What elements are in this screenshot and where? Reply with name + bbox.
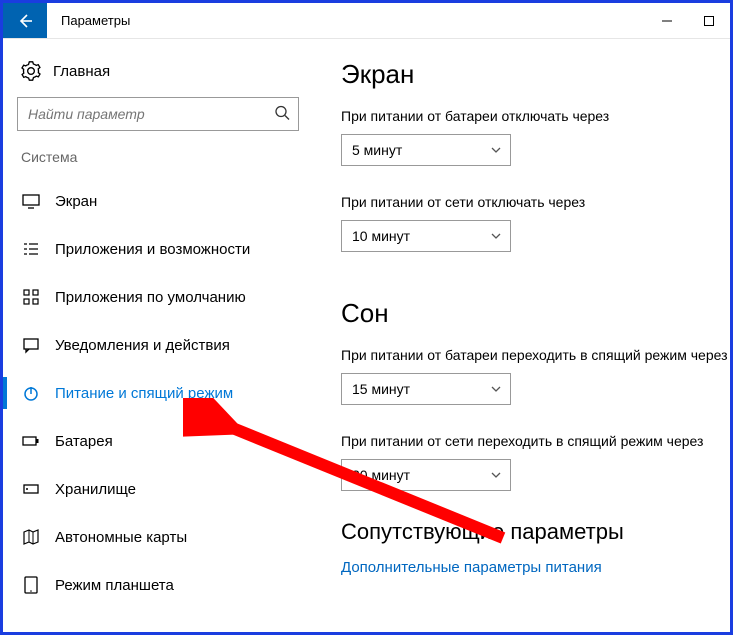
sidebar-item-display[interactable]: Экран bbox=[3, 177, 313, 225]
apps-icon bbox=[21, 239, 41, 259]
select-value: 30 минут bbox=[352, 467, 410, 483]
battery-icon bbox=[21, 431, 41, 451]
sidebar-item-label: Хранилище bbox=[55, 481, 136, 498]
sidebar-item-label: Приложения и возможности bbox=[55, 241, 250, 258]
main-panel: Экран При питании от батареи отключать ч… bbox=[313, 39, 730, 632]
search-input-wrap[interactable] bbox=[17, 97, 299, 131]
maximize-icon bbox=[703, 15, 715, 27]
storage-icon bbox=[21, 479, 41, 499]
sidebar-item-apps[interactable]: Приложения и возможности bbox=[3, 225, 313, 273]
arrow-left-icon bbox=[17, 13, 33, 29]
sidebar-item-label: Питание и спящий режим bbox=[55, 385, 233, 402]
select-screen-battery[interactable]: 5 минут bbox=[341, 134, 511, 166]
sidebar-item-storage[interactable]: Хранилище bbox=[3, 465, 313, 513]
label-sleep-ac: При питании от сети переходить в спящий … bbox=[341, 433, 730, 449]
sidebar-item-power-sleep[interactable]: Питание и спящий режим bbox=[3, 369, 313, 417]
minimize-button[interactable] bbox=[646, 3, 688, 38]
tablet-icon bbox=[21, 575, 41, 595]
label-screen-ac: При питании от сети отключать через bbox=[341, 194, 730, 210]
back-button[interactable] bbox=[3, 3, 47, 38]
sidebar-group-title: Система bbox=[3, 149, 313, 177]
chevron-down-icon bbox=[490, 144, 502, 156]
power-icon bbox=[21, 383, 41, 403]
sidebar-item-offline-maps[interactable]: Автономные карты bbox=[3, 513, 313, 561]
sidebar-item-default-apps[interactable]: Приложения по умолчанию bbox=[3, 273, 313, 321]
heading-sleep: Сон bbox=[341, 298, 730, 329]
window-title: Параметры bbox=[47, 3, 130, 38]
sidebar-item-label: Приложения по умолчанию bbox=[55, 289, 246, 306]
sidebar-item-label: Уведомления и действия bbox=[55, 337, 230, 354]
maximize-button[interactable] bbox=[688, 3, 730, 38]
home-label: Главная bbox=[53, 63, 110, 80]
minimize-icon bbox=[661, 15, 673, 27]
label-screen-battery: При питании от батареи отключать через bbox=[341, 108, 730, 124]
select-sleep-battery[interactable]: 15 минут bbox=[341, 373, 511, 405]
label-sleep-battery: При питании от батареи переходить в спящ… bbox=[341, 347, 730, 363]
select-value: 10 минут bbox=[352, 228, 410, 244]
select-screen-ac[interactable]: 10 минут bbox=[341, 220, 511, 252]
sidebar-item-label: Автономные карты bbox=[55, 529, 187, 546]
display-icon bbox=[21, 191, 41, 211]
select-value: 15 минут bbox=[352, 381, 410, 397]
chevron-down-icon bbox=[490, 230, 502, 242]
chevron-down-icon bbox=[490, 469, 502, 481]
heading-screen: Экран bbox=[341, 59, 730, 90]
select-sleep-ac[interactable]: 30 минут bbox=[341, 459, 511, 491]
chevron-down-icon bbox=[490, 383, 502, 395]
maps-icon bbox=[21, 527, 41, 547]
sidebar-item-tablet-mode[interactable]: Режим планшета bbox=[3, 561, 313, 609]
notifications-icon bbox=[21, 335, 41, 355]
gear-icon bbox=[21, 61, 41, 81]
heading-related: Сопутствующие параметры bbox=[341, 519, 730, 545]
sidebar-item-label: Экран bbox=[55, 193, 97, 210]
sidebar-item-label: Батарея bbox=[55, 433, 113, 450]
titlebar: Параметры bbox=[3, 3, 730, 39]
search-input[interactable] bbox=[18, 98, 298, 130]
sidebar-item-label: Режим планшета bbox=[55, 577, 174, 594]
home-button[interactable]: Главная bbox=[3, 55, 313, 91]
sidebar: Главная Система Экран Приложения и возмо… bbox=[3, 39, 313, 632]
select-value: 5 минут bbox=[352, 142, 402, 158]
sidebar-item-battery[interactable]: Батарея bbox=[3, 417, 313, 465]
default-apps-icon bbox=[21, 287, 41, 307]
sidebar-item-notifications[interactable]: Уведомления и действия bbox=[3, 321, 313, 369]
link-additional-power[interactable]: Дополнительные параметры питания bbox=[341, 559, 730, 576]
